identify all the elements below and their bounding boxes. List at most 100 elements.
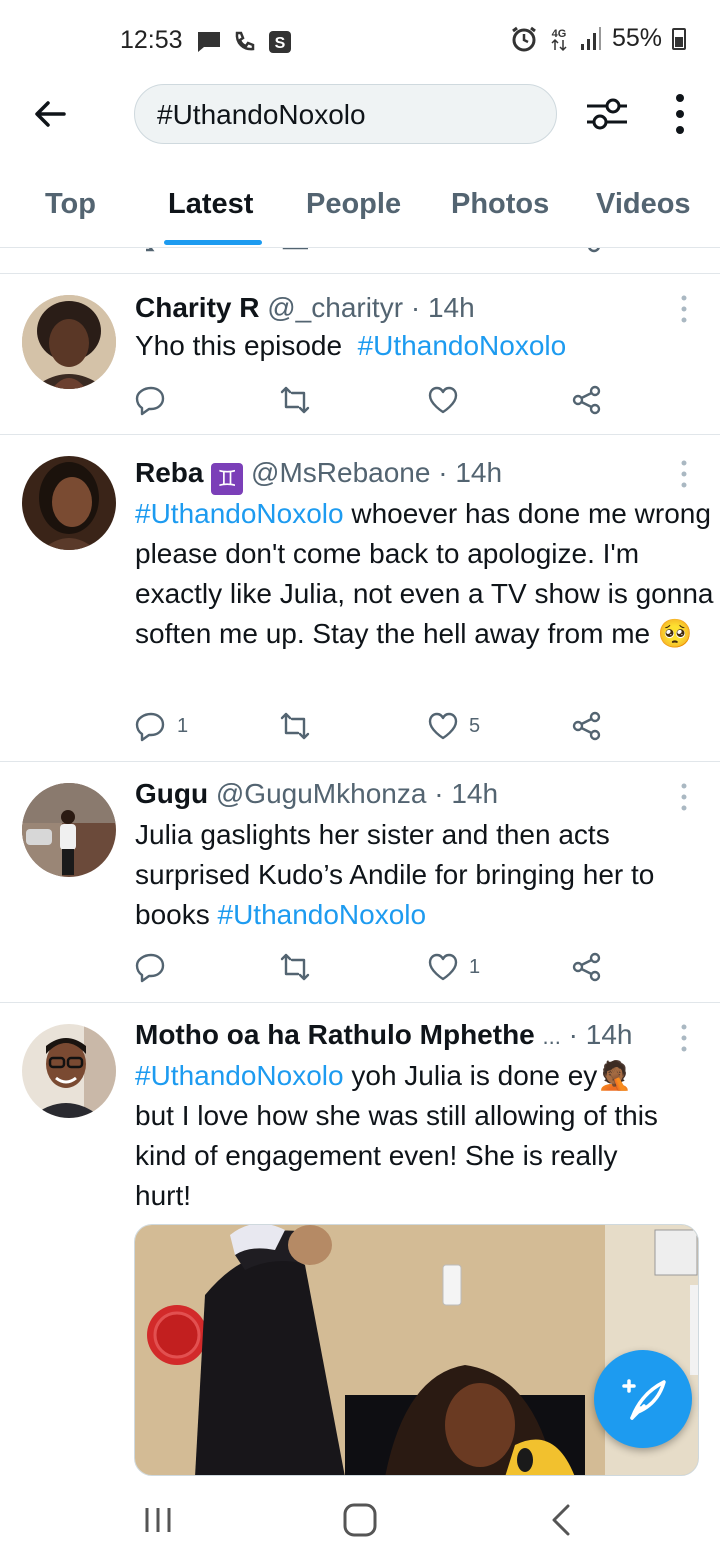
phone-icon	[235, 31, 255, 51]
tweet-gugu[interactable]: Gugu @GuguMkhonza · 14h Julia gaslights …	[0, 762, 720, 1003]
recent-apps-icon[interactable]	[138, 1500, 178, 1540]
compose-tweet-button[interactable]	[594, 1350, 692, 1448]
retweet-icon	[280, 386, 310, 414]
avatar[interactable]	[22, 1024, 116, 1118]
message-icon	[198, 32, 220, 52]
name-truncation: ...	[542, 1024, 561, 1049]
previous-tweet-actions-fragment	[0, 248, 720, 274]
tweet-text: Yho this episode #UthandoNoxolo	[135, 326, 705, 366]
avatar[interactable]	[22, 456, 116, 550]
tweet-time: 14h	[455, 457, 503, 488]
tweet-text-plain-2: but I love how she was still allowing of…	[135, 1100, 658, 1211]
network-icon: 4G	[551, 28, 567, 51]
retweet-icon	[280, 712, 310, 740]
author-name[interactable]: Reba	[135, 457, 203, 488]
tweet-actions	[135, 382, 615, 418]
heart-icon	[428, 953, 458, 981]
reply-button[interactable]	[135, 949, 167, 985]
filter-sliders-icon[interactable]	[585, 94, 629, 134]
retweet-button[interactable]	[279, 708, 311, 744]
more-vertical-icon[interactable]	[664, 92, 696, 136]
share-button[interactable]	[571, 949, 603, 985]
tweet-time: 14h	[585, 1019, 633, 1050]
tweet-options-icon[interactable]	[676, 782, 692, 812]
author-name[interactable]: Gugu	[135, 778, 208, 809]
like-button[interactable]: 1	[427, 949, 480, 985]
svg-text:S: S	[275, 35, 286, 52]
status-time: 12:53	[120, 26, 183, 54]
s-app-icon: S	[269, 31, 291, 53]
share-icon	[572, 952, 601, 982]
search-query: #UthandoNoxolo	[157, 99, 366, 130]
tweet-charity[interactable]: Charity R @_charityr · 14h Yho this epis…	[0, 274, 720, 435]
separator-dot: ·	[568, 1019, 578, 1050]
share-button[interactable]	[571, 382, 603, 418]
tweet-header: Motho oa ha Rathulo Mphethe ... · 14h	[135, 1019, 632, 1051]
author-handle[interactable]: @_charityr	[267, 292, 403, 323]
hashtag-link[interactable]: #UthandoNoxolo	[135, 1060, 344, 1091]
avatar-image	[22, 456, 116, 550]
alarm-icon	[512, 26, 536, 51]
battery-percent: 55%	[611, 24, 662, 52]
tweet-text-plain: Yho this episode	[135, 330, 343, 361]
home-icon[interactable]	[340, 1500, 380, 1540]
tab-latest[interactable]: Latest	[168, 188, 253, 221]
avatar-image	[22, 1024, 116, 1118]
tweet-options-icon[interactable]	[676, 1023, 692, 1053]
separator-dot: ·	[434, 778, 444, 809]
heart-icon	[428, 386, 458, 414]
search-input[interactable]: #UthandoNoxolo	[134, 84, 557, 144]
back-arrow-icon[interactable]	[30, 94, 70, 134]
author-name[interactable]: Charity R	[135, 292, 259, 323]
battery-icon	[672, 27, 686, 50]
clipped-action-icons	[146, 248, 600, 253]
back-icon[interactable]	[542, 1500, 582, 1540]
avatar-image	[22, 783, 116, 877]
author-handle[interactable]: @MsRebaone	[251, 457, 430, 488]
tweet-reba[interactable]: Reba ♊ @MsRebaone · 14h #UthandoNoxolo w…	[0, 435, 720, 762]
author-handle[interactable]: @GuguMkhonza	[216, 778, 427, 809]
tweet-text: #UthandoNoxolo whoever has done me wrong…	[135, 494, 715, 654]
reply-button[interactable]: 1	[135, 708, 188, 744]
tab-videos[interactable]: Videos	[596, 188, 691, 221]
tweet-header: Gugu @GuguMkhonza · 14h	[135, 778, 498, 810]
heart-icon	[428, 712, 458, 740]
tab-top[interactable]: Top	[45, 188, 96, 221]
like-button[interactable]: 5	[427, 708, 480, 744]
tab-photos[interactable]: Photos	[451, 188, 549, 221]
tweet-header: Charity R @_charityr · 14h	[135, 292, 475, 324]
active-tab-indicator	[164, 240, 262, 245]
hashtag-link[interactable]: #UthandoNoxolo	[135, 498, 344, 529]
reply-icon	[135, 953, 165, 983]
tweet-text: #UthandoNoxolo yoh Julia is done ey🤦🏾 bu…	[135, 1056, 675, 1216]
gemini-badge: ♊	[211, 463, 244, 495]
facepalm-emoji: 🤦🏾	[597, 1060, 633, 1091]
reply-button[interactable]	[135, 382, 167, 418]
network-label: 4G	[552, 28, 567, 40]
avatar[interactable]	[22, 783, 116, 877]
hashtag-link[interactable]: #UthandoNoxolo	[218, 899, 427, 930]
tweet-header: Reba ♊ @MsRebaone · 14h	[135, 457, 502, 495]
author-name[interactable]: Motho oa ha Rathulo Mphethe	[135, 1019, 535, 1050]
like-count: 5	[469, 714, 481, 737]
avatar-image	[22, 295, 116, 389]
tweet-options-icon[interactable]	[676, 294, 692, 324]
tweet-time: 14h	[451, 778, 499, 809]
pleading-face-emoji: 🥺	[657, 618, 693, 649]
retweet-button[interactable]	[279, 949, 311, 985]
retweet-icon	[280, 953, 310, 981]
compose-tweet-icon	[622, 1379, 666, 1420]
tweet-text: Julia gaslights her sister and then acts…	[135, 815, 710, 935]
like-button[interactable]	[427, 382, 459, 418]
share-button[interactable]	[571, 708, 603, 744]
search-tabs: Top Latest People Photos Videos	[0, 170, 720, 248]
separator-dot: ·	[410, 292, 421, 323]
separator-dot: ·	[438, 457, 448, 488]
retweet-button[interactable]	[279, 382, 311, 418]
tweet-options-icon[interactable]	[676, 459, 692, 489]
status-bar: 12:53 S 4G 55%	[0, 0, 720, 80]
avatar[interactable]	[22, 295, 116, 389]
tab-people[interactable]: People	[306, 188, 401, 221]
hashtag-link[interactable]: #UthandoNoxolo	[358, 330, 567, 361]
share-icon	[572, 711, 601, 741]
